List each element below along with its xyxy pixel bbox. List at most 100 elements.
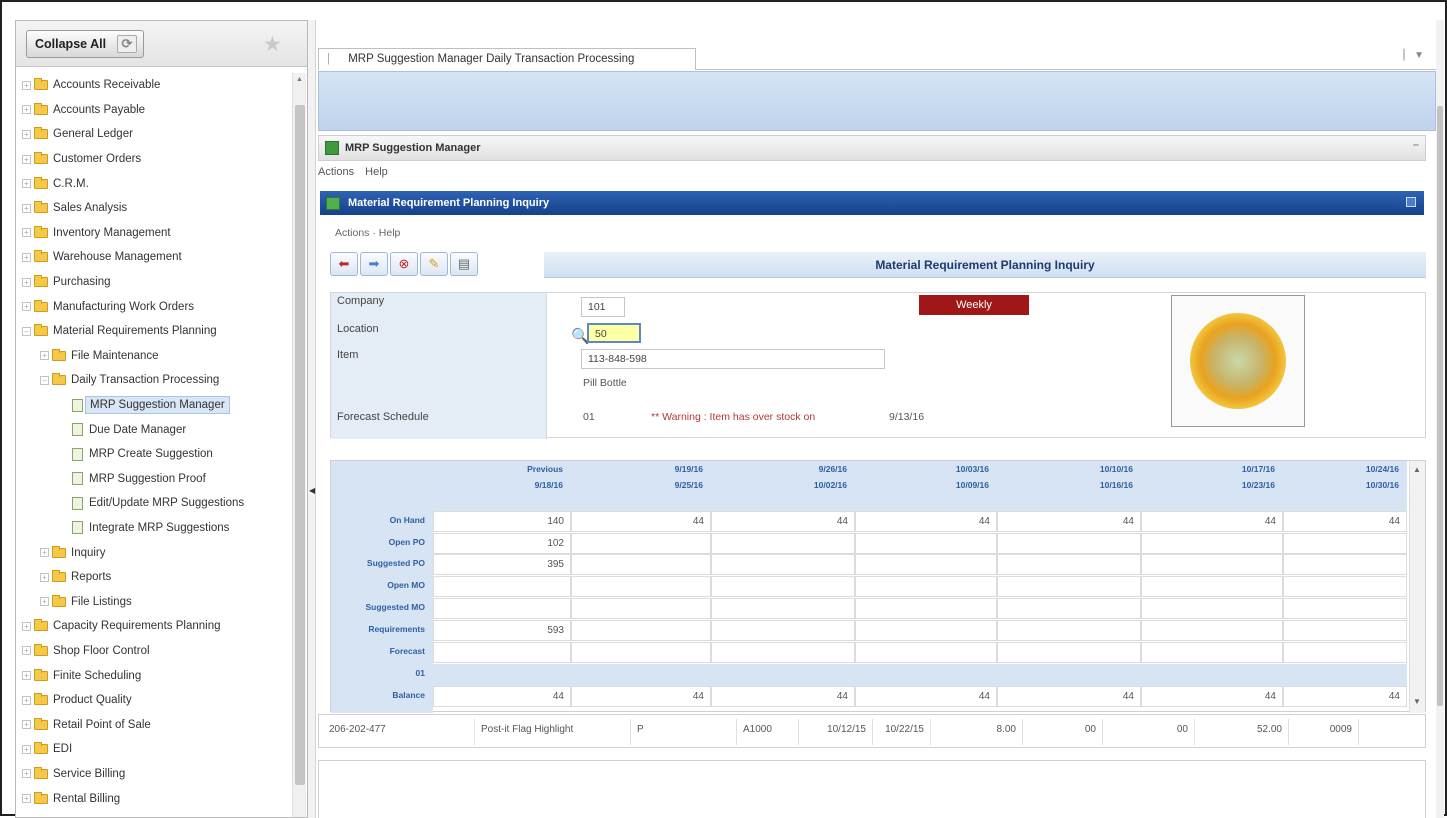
sidebar-item-general-ledger[interactable]: + General Ledger [16, 122, 292, 147]
grid-cell[interactable] [997, 533, 1141, 554]
main-scroll-thumb[interactable] [1437, 106, 1443, 706]
sidebar-item-reports[interactable]: + Reports [16, 565, 292, 590]
grid-scroll-down-icon[interactable]: ▼ [1413, 697, 1421, 706]
minimize-icon[interactable]: – [1413, 139, 1419, 151]
grid-cell[interactable]: 44 [1283, 511, 1407, 532]
location-field[interactable]: 50 [587, 323, 641, 343]
expand-toggle-icon[interactable]: + [22, 80, 31, 90]
scroll-up-icon[interactable]: ▲ [296, 76, 303, 83]
grid-cell[interactable]: 395 [433, 554, 571, 575]
grid-cell[interactable] [1283, 533, 1407, 554]
expand-toggle-icon[interactable]: + [22, 671, 31, 681]
grid-cell[interactable] [571, 576, 711, 597]
grid-cell[interactable] [1283, 620, 1407, 641]
sidebar-item-file-maintenance[interactable]: + File Maintenance [16, 344, 292, 369]
grid-scrollbar[interactable]: ▲ ▼ [1409, 461, 1425, 713]
expand-toggle-icon[interactable]: + [22, 105, 31, 115]
expand-toggle-icon[interactable]: + [22, 228, 31, 238]
collapse-toggle-icon[interactable]: − [22, 326, 31, 336]
grid-cell[interactable] [855, 554, 997, 575]
grid-cell[interactable] [1283, 554, 1407, 575]
expand-toggle-icon[interactable]: + [22, 695, 31, 705]
grid-cell[interactable] [1141, 642, 1283, 663]
sidebar-item-customer-orders[interactable]: + Customer Orders [16, 147, 292, 172]
inquiry-menu-actions[interactable]: Actions [335, 227, 369, 239]
sidebar-item-finite-scheduling[interactable]: + Finite Scheduling [16, 663, 292, 688]
expand-toggle-icon[interactable]: + [22, 302, 31, 312]
tab-menu-icon[interactable]: ▏ ▼ [1404, 50, 1424, 61]
expand-toggle-icon[interactable]: + [22, 203, 31, 213]
sidebar-item-inventory-management[interactable]: + Inventory Management [16, 221, 292, 246]
sidebar-item-mrp-suggestion-proof[interactable]: MRP Suggestion Proof [16, 467, 292, 492]
grid-scroll-up-icon[interactable]: ▲ [1413, 465, 1421, 474]
grid-cell[interactable]: 44 [855, 511, 997, 532]
grid-cell[interactable] [855, 598, 997, 619]
collapse-toggle-icon[interactable]: − [40, 375, 49, 385]
expand-toggle-icon[interactable]: + [40, 572, 49, 582]
sidebar-item-sales-analysis[interactable]: + Sales Analysis [16, 196, 292, 221]
grid-cell[interactable] [855, 533, 997, 554]
grid-cell[interactable]: 44 [571, 511, 711, 532]
expand-toggle-icon[interactable]: + [22, 154, 31, 164]
item-field[interactable]: 113-848-598 [581, 349, 885, 369]
grid-cell[interactable] [997, 620, 1141, 641]
forward-button[interactable]: ➡ [360, 252, 388, 276]
grid-cell[interactable] [571, 642, 711, 663]
grid-cell[interactable] [711, 598, 855, 619]
menu-actions[interactable]: Actions [318, 166, 354, 178]
grid-cell[interactable]: 140 [433, 511, 571, 532]
collapse-all-button[interactable]: Collapse All ⟳ [26, 30, 144, 58]
grid-cell[interactable] [1283, 642, 1407, 663]
cancel-button[interactable]: ⊗ [390, 252, 418, 276]
grid-cell[interactable] [997, 598, 1141, 619]
edit-button[interactable]: ✎ [420, 252, 448, 276]
company-field[interactable]: 101 [581, 297, 625, 317]
notes-button[interactable]: ▤ [450, 252, 478, 276]
grid-cell[interactable] [711, 620, 855, 641]
sidebar-scrollbar[interactable]: ▲ [292, 73, 306, 817]
grid-cell[interactable] [1283, 576, 1407, 597]
grid-cell[interactable]: 44 [711, 511, 855, 532]
expand-toggle-icon[interactable]: + [22, 720, 31, 730]
expand-toggle-icon[interactable]: + [22, 252, 31, 262]
sidebar-splitter[interactable]: ◀ [308, 20, 316, 818]
grid-cell[interactable] [571, 598, 711, 619]
sidebar-scroll-thumb[interactable] [295, 105, 305, 785]
sidebar-item-edit-update-mrp-suggestions[interactable]: Edit/Update MRP Suggestions [16, 491, 292, 516]
grid-cell[interactable] [571, 620, 711, 641]
grid-cell[interactable]: 44 [1141, 511, 1283, 532]
inquiry-menu-help[interactable]: Help [379, 227, 401, 239]
grid-cell[interactable]: 44 [711, 686, 855, 707]
sidebar-item-accounts-receivable[interactable]: + Accounts Receivable [16, 73, 292, 98]
expand-toggle-icon[interactable]: + [22, 179, 31, 189]
sidebar-item-shop-floor-control[interactable]: + Shop Floor Control [16, 639, 292, 664]
sidebar-item-retail-point-of-sale[interactable]: + Retail Point of Sale [16, 712, 292, 737]
sidebar-item-inquiry[interactable]: + Inquiry [16, 540, 292, 565]
expand-toggle-icon[interactable]: + [22, 769, 31, 779]
grid-cell[interactable] [855, 620, 997, 641]
sidebar-item-mrp-suggestion-manager[interactable]: MRP Suggestion Manager [16, 393, 292, 418]
grid-cell[interactable] [1141, 620, 1283, 641]
expand-toggle-icon[interactable]: + [22, 794, 31, 804]
sidebar-item-material-requirements-planning[interactable]: − Material Requirements Planning [16, 319, 292, 344]
grid-cell[interactable]: 44 [1283, 686, 1407, 707]
grid-cell[interactable] [855, 576, 997, 597]
expand-toggle-icon[interactable]: + [22, 277, 31, 287]
grid-cell[interactable] [855, 642, 997, 663]
sidebar-item-capacity-requirements-planning[interactable]: + Capacity Requirements Planning [16, 614, 292, 639]
grid-cell[interactable] [1283, 598, 1407, 619]
grid-cell[interactable]: 593 [433, 620, 571, 641]
favorite-star-icon[interactable]: ★ [263, 32, 282, 57]
grid-cell[interactable] [571, 554, 711, 575]
grid-cell[interactable] [1141, 598, 1283, 619]
sidebar-item-mrp-create-suggestion[interactable]: MRP Create Suggestion [16, 442, 292, 467]
grid-cell[interactable] [711, 554, 855, 575]
sidebar-item-manufacturing-work-orders[interactable]: + Manufacturing Work Orders [16, 294, 292, 319]
grid-cell[interactable] [711, 576, 855, 597]
expand-toggle-icon[interactable]: + [22, 646, 31, 656]
sidebar-item-accounts-payable[interactable]: + Accounts Payable [16, 98, 292, 123]
sidebar-item-service-billing[interactable]: + Service Billing [16, 762, 292, 787]
sidebar-item-file-listings[interactable]: + File Listings [16, 589, 292, 614]
sidebar-item-purchasing[interactable]: + Purchasing [16, 270, 292, 295]
grid-cell[interactable] [1141, 576, 1283, 597]
